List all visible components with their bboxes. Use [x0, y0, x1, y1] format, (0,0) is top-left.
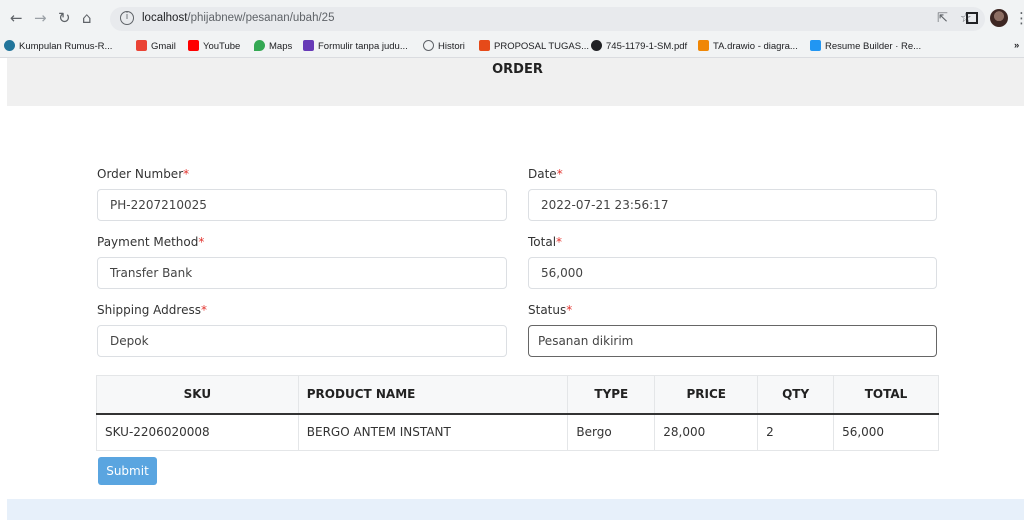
required-marker: * — [556, 167, 563, 181]
url-host: localhost — [142, 12, 188, 24]
bookmark-item[interactable]: Gmail — [136, 40, 176, 52]
bookmark-label: Kumpulan Rumus-R... — [19, 41, 113, 52]
bookmark-label: PROPOSAL TUGAS... — [494, 41, 590, 52]
cell-qty: 2 — [757, 413, 835, 451]
column-header-qty: QTY — [757, 375, 835, 415]
url-path: /phijabnew/pesanan/ubah/25 — [187, 12, 335, 24]
more-bookmarks-icon[interactable]: » — [1014, 40, 1019, 51]
globe-icon — [591, 40, 602, 51]
share-icon[interactable]: ⇱ — [937, 11, 948, 26]
required-marker: * — [183, 167, 190, 181]
resume-icon — [810, 40, 821, 51]
profile-avatar[interactable] — [990, 9, 1008, 27]
label-text: Date — [528, 167, 557, 181]
shipping-address-label: Shipping Address* — [97, 303, 207, 317]
submit-button[interactable]: Submit — [98, 457, 157, 485]
bookmark-label: 745-1179-1-SM.pdf — [606, 41, 688, 52]
bookmark-item[interactable]: 745-1179-1-SM.pdf — [591, 40, 687, 52]
bookmarks-bar: Kumpulan Rumus-R... Gmail YouTube Maps F… — [0, 36, 1024, 58]
bookmark-label: Resume Builder · Re... — [825, 41, 922, 52]
bookmark-item[interactable]: Histori — [423, 40, 465, 52]
column-header-type: TYPE — [567, 375, 656, 415]
forms-icon — [303, 40, 314, 51]
menu-icon[interactable]: ⋮ — [1014, 9, 1024, 27]
label-text: Status — [528, 303, 567, 317]
total-label: Total* — [528, 235, 562, 249]
url-text[interactable]: localhost/phijabnew/pesanan/ubah/25 — [142, 12, 334, 24]
cell-price: 28,000 — [654, 413, 759, 451]
order-number-field[interactable]: PH-2207210025 — [97, 189, 507, 221]
page-footer — [7, 499, 1024, 520]
forward-arrow-icon[interactable]: → — [34, 9, 47, 27]
required-marker: * — [200, 303, 207, 317]
history-icon — [423, 40, 434, 51]
label-text: Order Number — [97, 167, 184, 181]
sidepanel-icon[interactable] — [966, 12, 978, 24]
status-field[interactable]: Pesanan dikirim — [528, 325, 937, 357]
gmail-icon — [136, 40, 147, 51]
maps-icon — [254, 40, 265, 51]
label-text: Shipping Address — [97, 303, 201, 317]
label-text: Total — [528, 235, 557, 249]
bookmark-item[interactable]: PROPOSAL TUGAS... — [479, 40, 589, 52]
home-icon[interactable]: ⌂ — [82, 9, 92, 27]
bookmark-label: Maps — [269, 41, 293, 52]
reload-icon[interactable]: ↻ — [58, 9, 71, 27]
payment-method-label: Payment Method* — [97, 235, 204, 249]
bookmark-item[interactable]: Kumpulan Rumus-R... — [4, 40, 112, 52]
payment-method-field[interactable]: Transfer Bank — [97, 257, 507, 289]
table-header-row: SKU PRODUCT NAME TYPE PRICE QTY TOTAL — [96, 375, 939, 415]
back-arrow-icon[interactable]: ← — [10, 9, 23, 27]
column-header-price: PRICE — [654, 375, 759, 415]
browser-toolbar: ← → ↻ ⌂ i localhost/phijabnew/pesanan/ub… — [0, 0, 1024, 36]
status-label: Status* — [528, 303, 572, 317]
date-label: Date* — [528, 167, 563, 181]
cell-product-name: BERGO ANTEM INSTANT — [297, 413, 569, 451]
page-title: ORDER — [492, 62, 543, 77]
site-info-icon[interactable]: i — [120, 11, 134, 25]
address-bar[interactable]: i localhost/phijabnew/pesanan/ubah/25 ⇱ … — [110, 7, 985, 31]
bookmark-item[interactable]: TA.drawio - diagra... — [698, 40, 798, 52]
table-row: SKU-2206020008 BERGO ANTEM INSTANT Bergo… — [96, 413, 939, 451]
pdf-icon — [479, 40, 490, 51]
date-field[interactable]: 2022-07-21 23:56:17 — [528, 189, 937, 221]
bookmark-label: YouTube — [203, 41, 241, 52]
cell-sku: SKU-2206020008 — [96, 413, 299, 451]
bookmark-item[interactable]: Maps — [254, 40, 292, 52]
shipping-address-field[interactable]: Depok — [97, 325, 507, 357]
column-header-product-name: PRODUCT NAME — [297, 375, 569, 415]
required-marker: * — [198, 235, 205, 249]
bookmark-label: Gmail — [151, 41, 176, 52]
wordpress-icon — [4, 40, 15, 51]
bookmark-item[interactable]: Formulir tanpa judu... — [303, 40, 408, 52]
bookmark-label: TA.drawio - diagra... — [713, 41, 798, 52]
label-text: Payment Method — [97, 235, 199, 249]
column-header-total: TOTAL — [833, 375, 939, 415]
drawio-icon — [698, 40, 709, 51]
total-field[interactable]: 56,000 — [528, 257, 937, 289]
order-items-table: SKU PRODUCT NAME TYPE PRICE QTY TOTAL SK… — [96, 375, 939, 451]
required-marker: * — [556, 235, 563, 249]
order-number-label: Order Number* — [97, 167, 189, 181]
bookmark-label: Histori — [438, 41, 465, 52]
bookmark-item[interactable]: Resume Builder · Re... — [810, 40, 921, 52]
youtube-icon — [188, 40, 199, 51]
column-header-sku: SKU — [96, 375, 299, 415]
required-marker: * — [566, 303, 573, 317]
cell-total: 56,000 — [833, 413, 939, 451]
bookmark-label: Formulir tanpa judu... — [318, 41, 408, 52]
cell-type: Bergo — [567, 413, 656, 451]
bookmark-item[interactable]: YouTube — [188, 40, 240, 52]
